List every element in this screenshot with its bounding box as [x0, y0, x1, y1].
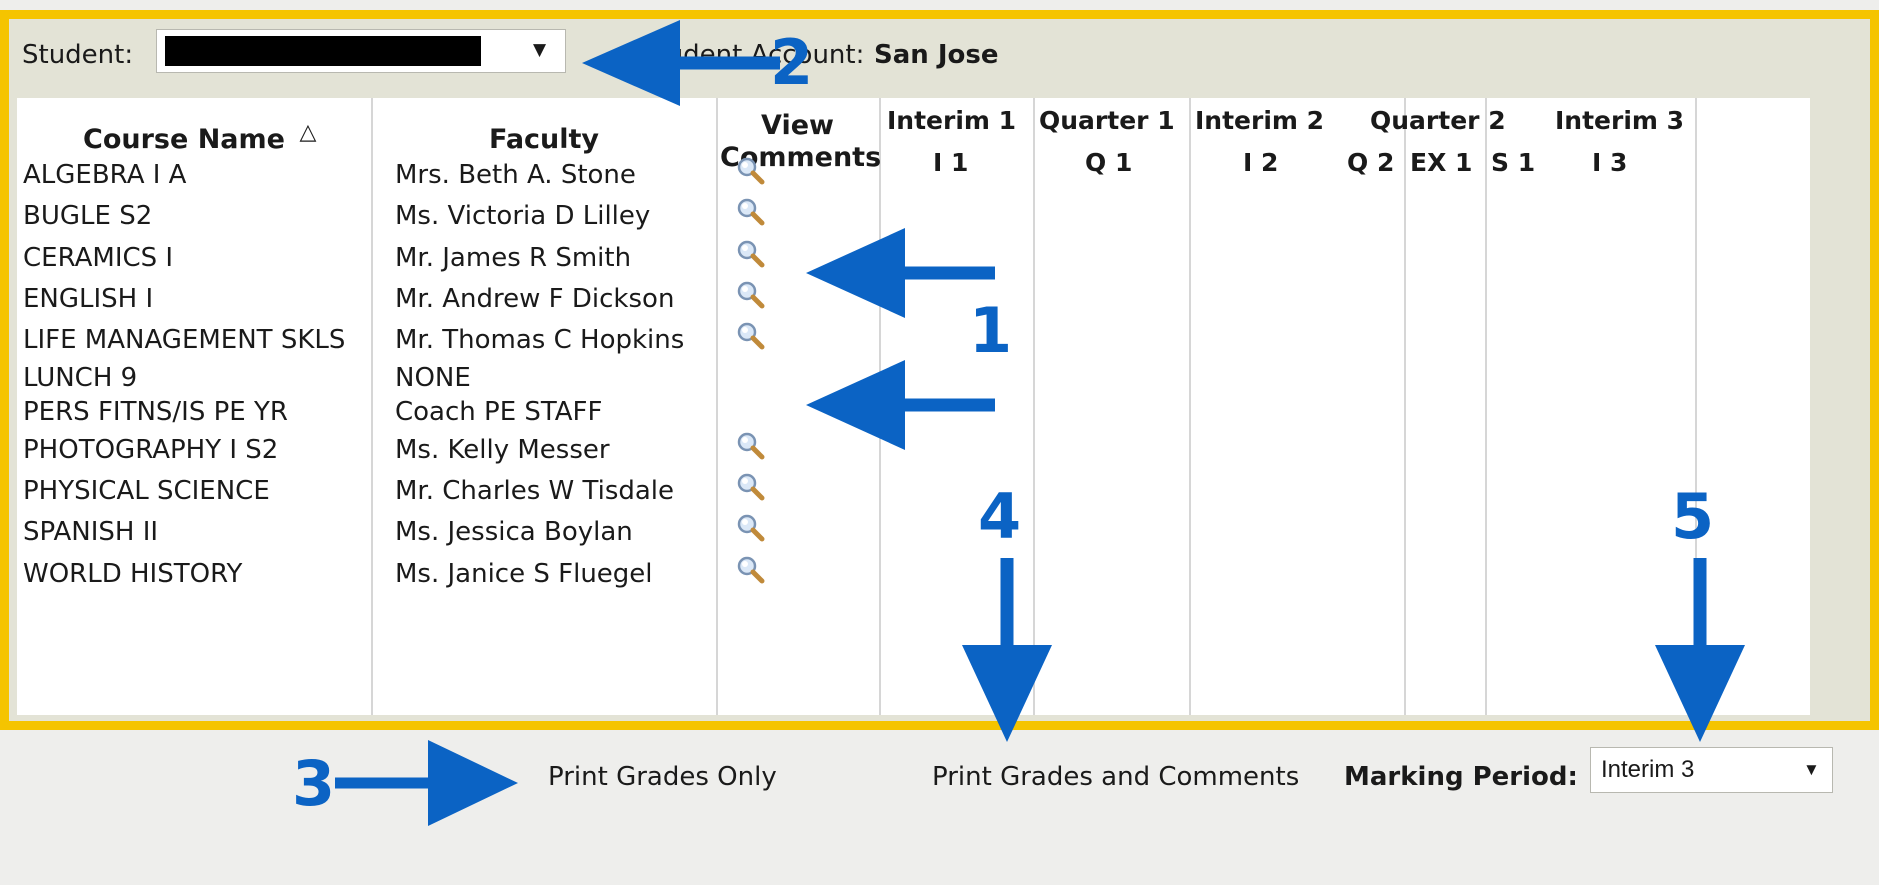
annotation-arrows: [335, 20, 1745, 826]
annotation-2: 2: [770, 26, 814, 99]
annotation-1: 1: [969, 294, 1013, 367]
annotation-3: 3: [292, 747, 336, 820]
annotation-5: 5: [1671, 480, 1715, 553]
annotation-4: 4: [978, 480, 1022, 553]
